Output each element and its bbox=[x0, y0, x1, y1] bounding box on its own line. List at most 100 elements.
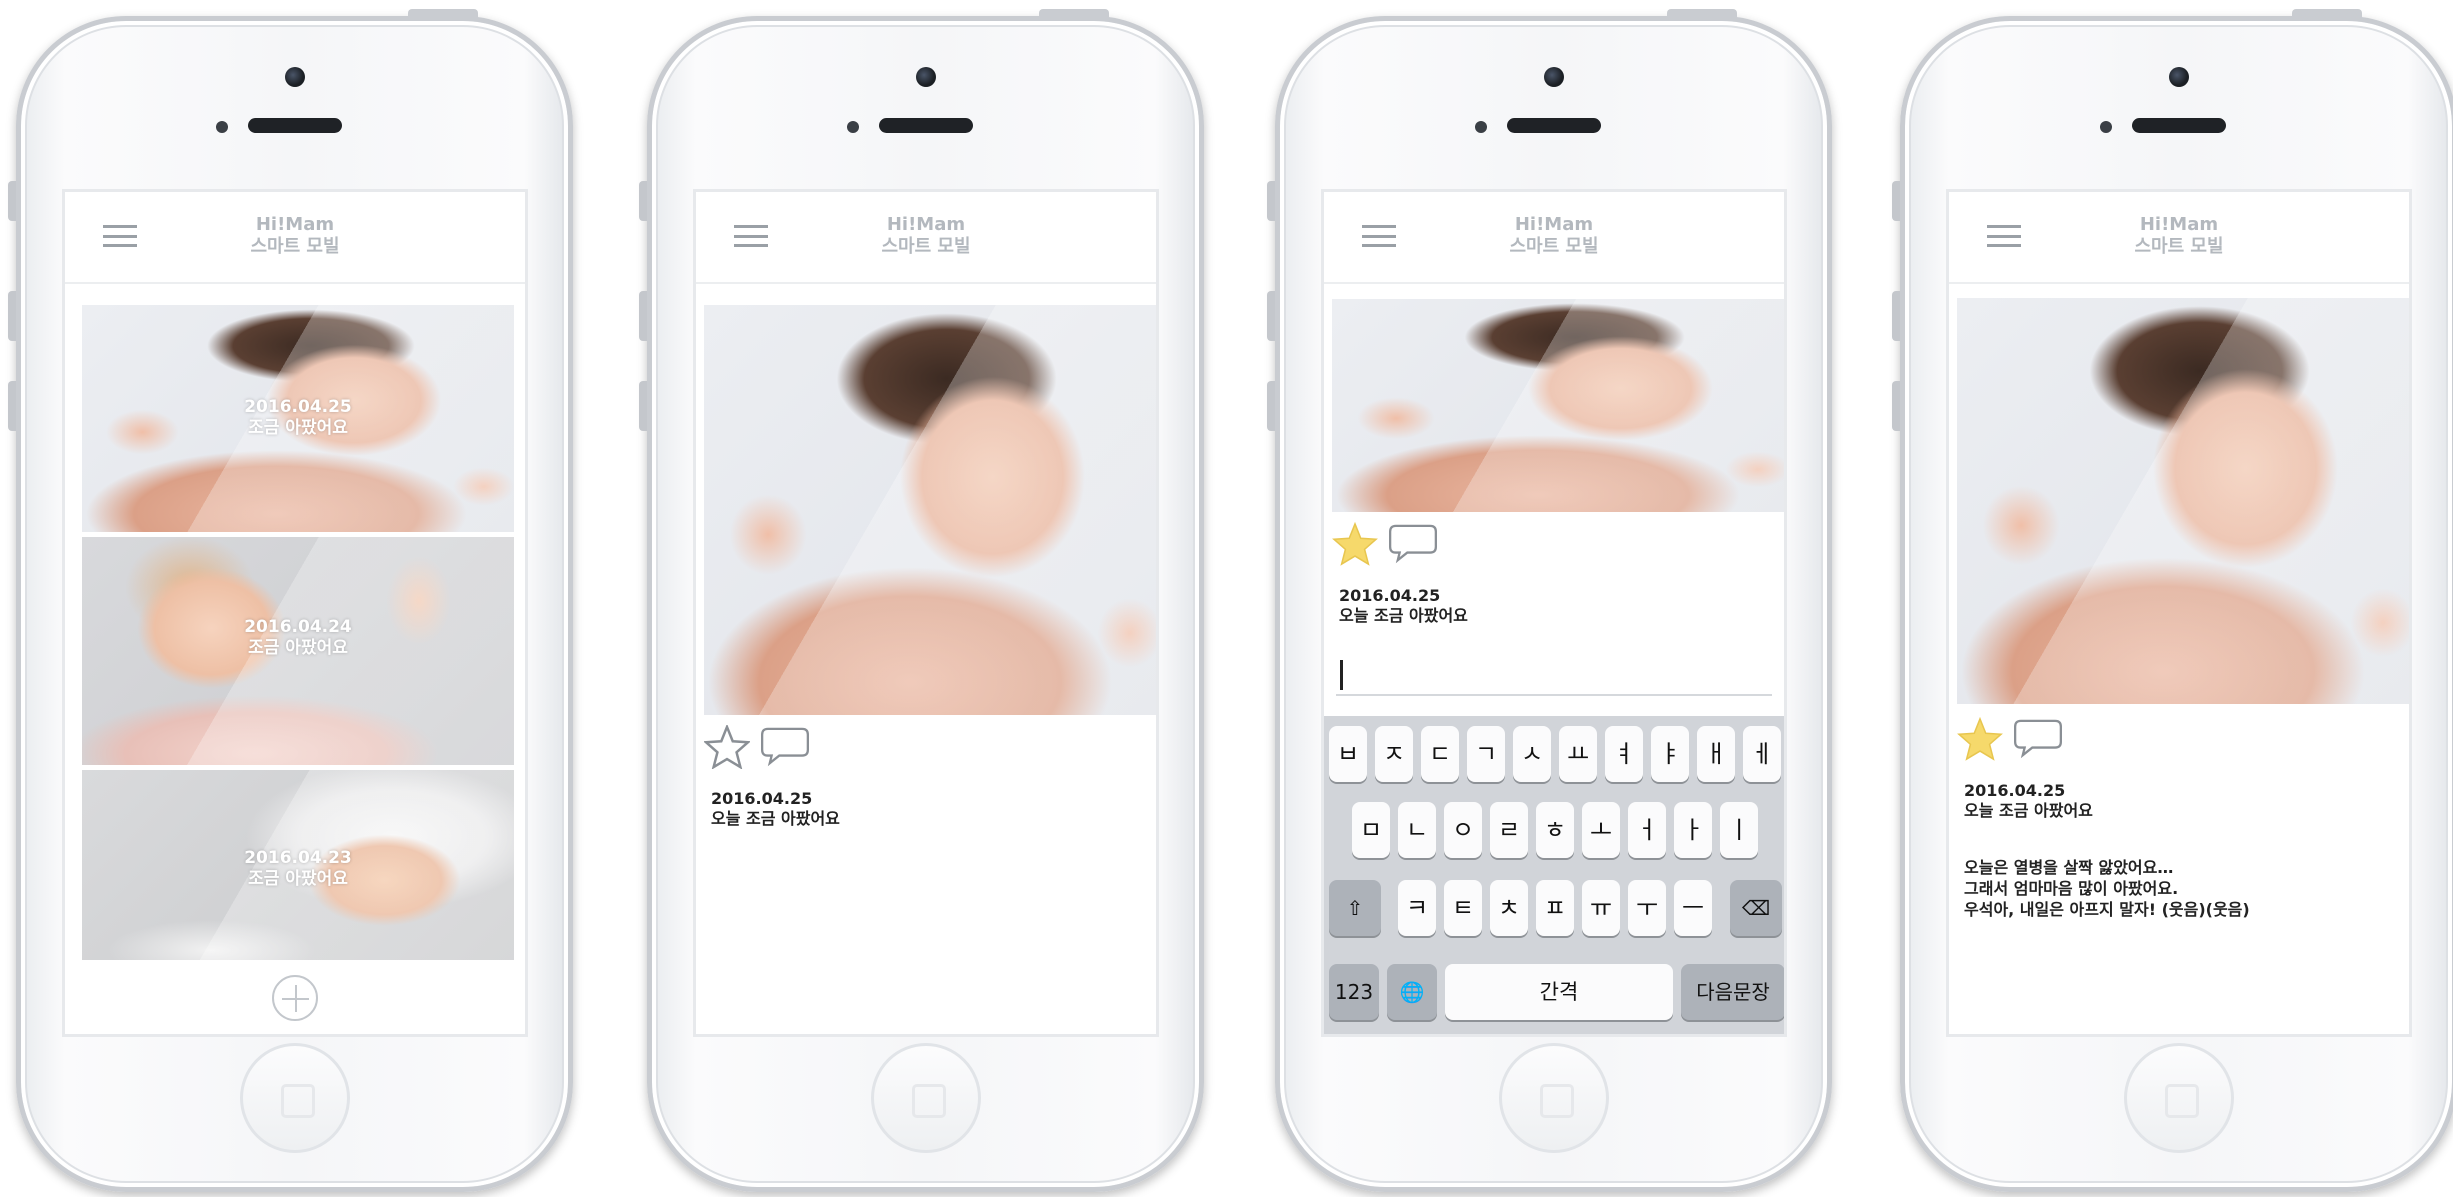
screen-post-with-comment: Hi!Mam 스마트 모빌 2016.04.25 오늘 조금 아팠어요 오늘은 … bbox=[1946, 189, 2412, 1037]
feed-item-date: 2016.04.24 bbox=[244, 617, 352, 637]
key[interactable]: ㅓ bbox=[1628, 802, 1666, 858]
home-button[interactable] bbox=[870, 1043, 981, 1153]
key[interactable]: ㅋ bbox=[1398, 880, 1436, 936]
home-button[interactable] bbox=[1498, 1043, 1609, 1153]
proximity-sensor bbox=[216, 121, 228, 133]
key[interactable]: ㅎ bbox=[1536, 802, 1574, 858]
app-title-line1: Hi!Mam bbox=[2139, 214, 2219, 235]
comment-line: 그래서 엄마마음 많이 아팠어요. bbox=[1964, 879, 2179, 898]
korean-keyboard: ㅂㅈㄷㄱㅅㅛㅕㅑㅐㅔㅁㄴㅇㄹㅎㅗㅓㅏㅣ ⇧ ㅋㅌㅊㅍㅠㅜㅡ ⌫ 123 🌐 간격 다음문장 bbox=[1324, 716, 1784, 1034]
key[interactable]: ㅈ bbox=[1375, 726, 1413, 782]
home-button[interactable] bbox=[239, 1043, 350, 1153]
front-camera bbox=[915, 67, 936, 87]
volume-up-button bbox=[639, 291, 647, 341]
volume-down-button bbox=[1892, 381, 1900, 431]
comment-bubble-icon[interactable] bbox=[760, 727, 810, 767]
volume-down-button bbox=[8, 381, 16, 431]
comment-input[interactable] bbox=[1336, 654, 1772, 696]
key[interactable]: ㄴ bbox=[1398, 802, 1436, 858]
earpiece-speaker bbox=[1506, 118, 1601, 133]
volume-up-button bbox=[1267, 291, 1275, 341]
key[interactable]: ㄹ bbox=[1490, 802, 1528, 858]
screen-write-comment: Hi!Mam 스마트 모빌 2016.04.25 오늘 조금 아팠어요 ㅂㅈㄷㄱ… bbox=[1321, 189, 1787, 1037]
feed-item-date: 2016.04.25 bbox=[244, 397, 352, 417]
text-caret bbox=[1340, 660, 1343, 690]
key[interactable]: ㅁ bbox=[1352, 802, 1390, 858]
feed-item-caption: 조금 아팠어요 bbox=[248, 418, 348, 438]
app-header: Hi!Mam 스마트 모빌 bbox=[65, 192, 525, 284]
home-button[interactable] bbox=[2123, 1043, 2234, 1153]
star-filled-icon[interactable] bbox=[1957, 717, 2003, 761]
key[interactable]: ㅌ bbox=[1444, 880, 1482, 936]
key[interactable]: ㄷ bbox=[1421, 726, 1459, 782]
star-filled-icon[interactable] bbox=[1332, 522, 1378, 566]
post-meta: 2016.04.25 오늘 조금 아팠어요 bbox=[1964, 781, 2093, 821]
mute-switch bbox=[1267, 181, 1275, 221]
key[interactable]: ㅜ bbox=[1628, 880, 1666, 936]
comment-bubble-icon[interactable] bbox=[2013, 719, 2063, 759]
space-key[interactable]: 간격 bbox=[1445, 964, 1673, 1020]
volume-up-button bbox=[8, 291, 16, 341]
proximity-sensor bbox=[1475, 121, 1487, 133]
app-title-line1: Hi!Mam bbox=[1514, 214, 1594, 235]
post-date: 2016.04.25 bbox=[711, 789, 813, 808]
app-header: Hi!Mam 스마트 모빌 bbox=[696, 192, 1156, 284]
post-date: 2016.04.25 bbox=[1339, 586, 1441, 605]
post-caption: 오늘 조금 아팠어요 bbox=[1339, 606, 1468, 625]
mute-switch bbox=[639, 181, 647, 221]
post-caption: 오늘 조금 아팠어요 bbox=[711, 809, 840, 828]
app-header: Hi!Mam 스마트 모빌 bbox=[1324, 192, 1784, 284]
app-title-line2: 스마트 모빌 bbox=[2134, 236, 2224, 257]
key[interactable]: ㅅ bbox=[1513, 726, 1551, 782]
globe-icon[interactable]: 🌐 bbox=[1387, 964, 1437, 1020]
key[interactable]: ㅕ bbox=[1605, 726, 1643, 782]
feed-item[interactable]: 2016.04.25 조금 아팠어요 bbox=[82, 305, 514, 532]
star-outline-icon[interactable] bbox=[704, 725, 750, 769]
feed-item-caption: 조금 아팠어요 bbox=[248, 638, 348, 658]
volume-down-button bbox=[1267, 381, 1275, 431]
key[interactable]: ㅛ bbox=[1559, 726, 1597, 782]
screen-feed: Hi!Mam 스마트 모빌 2016.04.25 조금 아팠어요 2016.04… bbox=[62, 189, 528, 1037]
backspace-key[interactable]: ⌫ bbox=[1730, 880, 1782, 936]
key[interactable]: ㅂ bbox=[1329, 726, 1367, 782]
key[interactable]: ㅐ bbox=[1697, 726, 1735, 782]
feed-item[interactable]: 2016.04.23 조금 아팠어요 bbox=[82, 770, 514, 960]
key[interactable]: ㅍ bbox=[1536, 880, 1574, 936]
post-photo bbox=[1332, 299, 1784, 512]
post-date: 2016.04.25 bbox=[1964, 781, 2066, 800]
key[interactable]: ㅊ bbox=[1490, 880, 1528, 936]
next-sentence-key[interactable]: 다음문장 bbox=[1681, 964, 1784, 1020]
key[interactable]: ㅗ bbox=[1582, 802, 1620, 858]
post-meta: 2016.04.25 오늘 조금 아팠어요 bbox=[1339, 586, 1468, 626]
mute-switch bbox=[1892, 181, 1900, 221]
app-header: Hi!Mam 스마트 모빌 bbox=[1949, 192, 2409, 284]
app-title: Hi!Mam 스마트 모빌 bbox=[65, 214, 525, 258]
feed-item[interactable]: 2016.04.24 조금 아팠어요 bbox=[82, 537, 514, 765]
front-camera bbox=[284, 67, 305, 87]
feed-item-text: 2016.04.24 조금 아팠어요 bbox=[82, 617, 514, 659]
key[interactable]: ㅡ bbox=[1674, 880, 1712, 936]
proximity-sensor bbox=[2100, 121, 2112, 133]
key[interactable]: ㅠ bbox=[1582, 880, 1620, 936]
app-title-line1: Hi!Mam bbox=[886, 214, 966, 235]
app-title-line1: Hi!Mam bbox=[255, 214, 335, 235]
earpiece-speaker bbox=[2131, 118, 2226, 133]
add-post-icon[interactable] bbox=[272, 975, 318, 1021]
key[interactable]: ㅣ bbox=[1720, 802, 1758, 858]
earpiece-speaker bbox=[878, 118, 973, 133]
key[interactable]: ㅑ bbox=[1651, 726, 1689, 782]
shift-key[interactable]: ⇧ bbox=[1329, 880, 1381, 936]
post-photo bbox=[704, 305, 1156, 715]
comment-line: 오늘은 열병을 살짝 앓았어요… bbox=[1964, 858, 2174, 877]
numbers-key[interactable]: 123 bbox=[1329, 964, 1379, 1020]
front-camera bbox=[2168, 67, 2189, 87]
key[interactable]: ㅔ bbox=[1743, 726, 1781, 782]
key[interactable]: ㅇ bbox=[1444, 802, 1482, 858]
app-title-line2: 스마트 모빌 bbox=[250, 236, 340, 257]
key[interactable]: ㅏ bbox=[1674, 802, 1712, 858]
feed-item-caption: 조금 아팠어요 bbox=[248, 869, 348, 889]
comment-bubble-icon[interactable] bbox=[1388, 524, 1438, 564]
key[interactable]: ㄱ bbox=[1467, 726, 1505, 782]
front-camera bbox=[1543, 67, 1564, 87]
post-photo bbox=[1957, 298, 2409, 704]
